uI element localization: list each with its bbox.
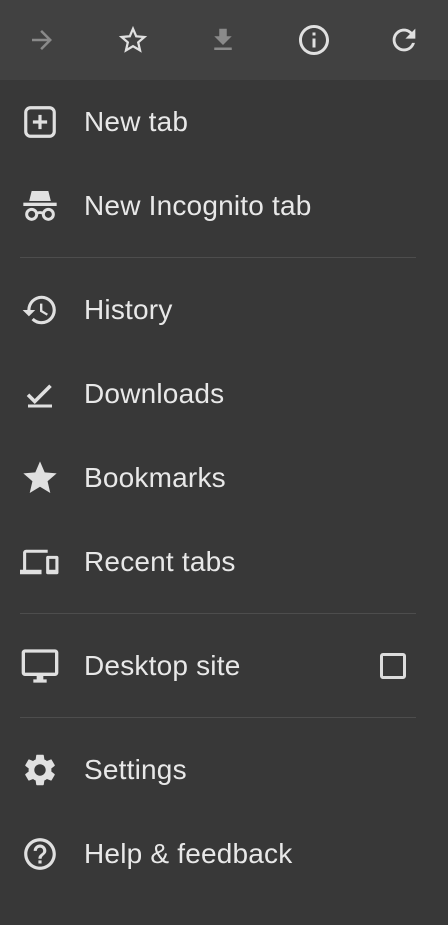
star-outline-icon [118,25,147,53]
star-filled-icon [20,458,60,498]
menu-divider [0,708,448,728]
menu-toolbar [0,0,448,80]
menu-item-label: Settings [84,754,187,785]
reload-icon [392,28,416,52]
incognito-icon [20,186,60,226]
forward-arrow-icon [32,30,52,50]
menu-item-label: Help & feedback [84,838,293,869]
downloads-check-icon [20,374,60,414]
desktop-site-checkbox[interactable] [380,653,406,679]
menu-item-label: Recent tabs [84,546,236,577]
menu-item-help-feedback[interactable]: Help & feedback [0,812,448,896]
menu-item-bookmarks[interactable]: Bookmarks [0,436,448,520]
menu-item-label: Bookmarks [84,462,226,493]
menu-item-label: Desktop site [84,650,241,681]
info-icon [298,25,329,55]
history-icon [20,290,60,330]
menu-item-settings[interactable]: Settings [0,728,448,812]
download-icon [214,28,232,50]
devices-icon [20,542,60,582]
menu-item-recent-tabs[interactable]: Recent tabs [0,520,448,604]
menu-item-label: New tab [84,106,189,137]
menu-item-label: New Incognito tab [84,190,312,221]
menu-divider [0,248,448,268]
download-page-button[interactable] [201,18,245,62]
overflow-menu: New tab New Incognito tab History Downlo… [0,0,448,925]
menu-item-label: Downloads [84,378,225,409]
reload-button[interactable] [382,18,426,62]
forward-button[interactable] [20,18,64,62]
bookmark-star-button[interactable] [111,18,155,62]
new-tab-icon [20,102,60,142]
gear-icon [20,750,60,790]
menu-item-label: History [84,294,173,325]
menu-divider [0,604,448,624]
menu-item-history[interactable]: History [0,268,448,352]
menu-item-new-tab[interactable]: New tab [0,80,448,164]
desktop-monitor-icon [20,646,60,686]
menu-item-downloads[interactable]: Downloads [0,352,448,436]
page-info-button[interactable] [292,18,336,62]
menu-item-desktop-site[interactable]: Desktop site [0,624,448,708]
help-icon [20,834,60,874]
menu-item-new-incognito-tab[interactable]: New Incognito tab [0,164,448,248]
